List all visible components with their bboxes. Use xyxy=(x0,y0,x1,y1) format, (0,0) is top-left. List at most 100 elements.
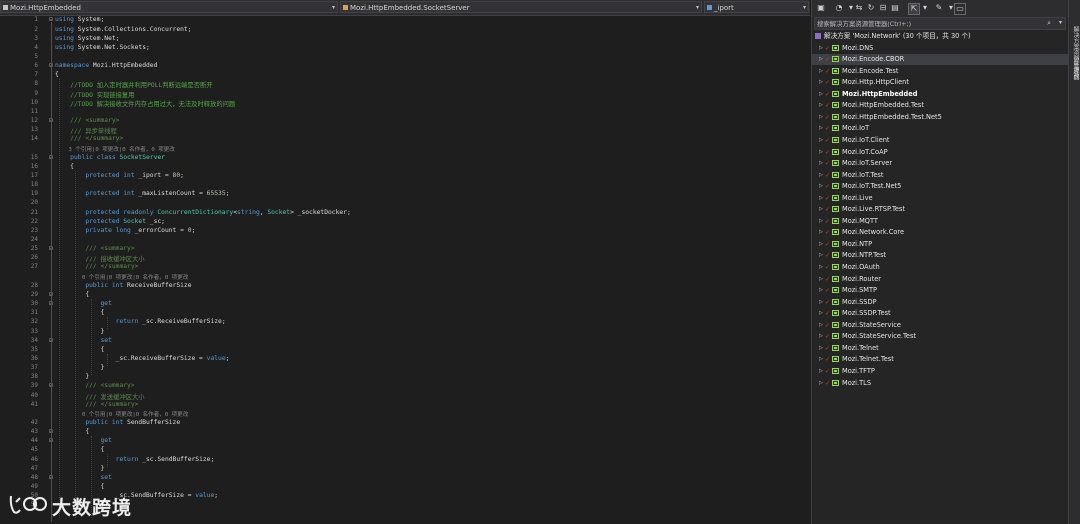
expand-arrow-icon[interactable]: ▷ xyxy=(819,170,823,181)
show-all-files-icon[interactable]: ▤ xyxy=(890,3,900,13)
expand-arrow-icon[interactable]: ▷ xyxy=(819,77,823,88)
code-line[interactable]: using System.Net.Sockets; xyxy=(55,44,150,51)
code-line[interactable]: } xyxy=(55,364,104,371)
project-node[interactable]: ▷ ✓ Mozi.TLS xyxy=(812,378,1069,389)
codelens-references[interactable]: 3 个引用|0 项更改|0 名作者，0 项更改 xyxy=(55,145,174,153)
code-line[interactable]: { xyxy=(55,309,104,316)
code-line[interactable]: { xyxy=(55,71,59,78)
search-icon[interactable]: ⌕ xyxy=(1047,19,1051,28)
project-node[interactable]: ▷ ✓ Mozi.Http.HttpClient xyxy=(812,77,1069,88)
code-line[interactable]: /// </summary> xyxy=(55,401,138,408)
code-editor[interactable]: Mozi.HttpEmbedded ▾ Mozi.HttpEmbedded.So… xyxy=(0,0,810,524)
project-node[interactable]: ▷ ✓ Mozi.StateService.Test xyxy=(812,331,1069,342)
code-line[interactable]: public class SocketServer xyxy=(55,154,165,161)
code-line[interactable]: /// 发送缓冲区大小 xyxy=(55,392,144,401)
code-line[interactable]: /// 接收缓冲区大小 xyxy=(55,254,144,263)
expand-arrow-icon[interactable]: ▷ xyxy=(819,181,823,192)
pending-changes-icon[interactable]: ◔ xyxy=(834,3,844,13)
solution-search-box[interactable]: ⌕ ▾ xyxy=(814,17,1066,30)
project-node[interactable]: ▷ ✓ Mozi.HttpEmbedded.Test.Net5 xyxy=(812,112,1069,123)
expand-arrow-icon[interactable]: ▷ xyxy=(819,227,823,238)
expand-arrow-icon[interactable]: ▷ xyxy=(819,89,823,100)
solution-search-input[interactable] xyxy=(817,18,1042,29)
expand-arrow-icon[interactable]: ▷ xyxy=(819,366,823,377)
project-node[interactable]: ▷ ✓ Mozi.IoT.Test.Net5 xyxy=(812,181,1069,192)
solution-node[interactable]: 解决方案 'Mozi.Network' (30 个项目，共 30 个) xyxy=(812,31,1069,42)
code-area[interactable]: 1 using System; 2 using System.Collections.… xyxy=(0,16,810,524)
code-line[interactable]: } xyxy=(55,328,104,335)
expand-arrow-icon[interactable]: ▷ xyxy=(819,100,823,111)
dock-icon[interactable]: ▭ xyxy=(954,3,966,15)
code-line[interactable]: { xyxy=(55,483,104,490)
expand-arrow-icon[interactable]: ▷ xyxy=(819,378,823,389)
collapse-all-icon[interactable]: ⊟ xyxy=(878,3,888,13)
project-node[interactable]: ▷ ✓ Mozi.TFTP xyxy=(812,366,1069,377)
expand-arrow-icon[interactable]: ▷ xyxy=(819,262,823,273)
code-line[interactable]: //TODO 实现链接复用 xyxy=(55,90,134,99)
project-node[interactable]: ▷ ✓ Mozi.Network.Core xyxy=(812,227,1069,238)
expand-arrow-icon[interactable]: ▷ xyxy=(819,308,823,319)
code-line[interactable]: get xyxy=(55,300,111,307)
expand-arrow-icon[interactable]: ▷ xyxy=(819,43,823,54)
code-line[interactable]: /// </summary> xyxy=(55,135,123,142)
project-node[interactable]: ▷ ✓ Mozi.Live xyxy=(812,193,1069,204)
expand-arrow-icon[interactable]: ▷ xyxy=(819,147,823,158)
code-line[interactable]: { xyxy=(55,163,74,170)
code-line[interactable]: } xyxy=(55,465,104,472)
code-line[interactable]: //TODO 解决接收文件内存占用过大，无法及时释放的问题 xyxy=(55,99,235,108)
class-dropdown[interactable]: Mozi.HttpEmbedded.SocketServer ▾ xyxy=(340,1,702,13)
project-node[interactable]: ▷ ✓ Mozi.HttpEmbedded xyxy=(812,89,1069,100)
sync-icon[interactable]: ⇆ xyxy=(854,3,864,13)
code-line[interactable]: return _sc.ReceiveBufferSize; xyxy=(55,318,226,325)
code-line[interactable]: { xyxy=(55,446,104,453)
project-node[interactable]: ▷ ✓ Mozi.Encode.Test xyxy=(812,66,1069,77)
project-node[interactable]: ▷ ✓ Mozi.NTP.Test xyxy=(812,250,1069,261)
expand-arrow-icon[interactable]: ▷ xyxy=(819,66,823,77)
properties-wrench-icon[interactable]: ✎ xyxy=(934,3,944,13)
expand-arrow-icon[interactable]: ▷ xyxy=(819,204,823,215)
expand-arrow-icon[interactable]: ▷ xyxy=(819,250,823,261)
code-line[interactable]: set xyxy=(55,337,111,344)
project-node[interactable]: ▷ ✓ Mozi.Router xyxy=(812,274,1069,285)
expand-arrow-icon[interactable]: ▷ xyxy=(819,331,823,342)
project-node[interactable]: ▷ ✓ Mozi.DNS xyxy=(812,43,1069,54)
code-line[interactable]: /// </summary> xyxy=(55,263,138,270)
expand-arrow-icon[interactable]: ▷ xyxy=(819,274,823,285)
project-node[interactable]: ▷ ✓ Mozi.StateService xyxy=(812,320,1069,331)
project-node[interactable]: ▷ ✓ Mozi.Live.RTSP.Test xyxy=(812,204,1069,215)
project-node[interactable]: ▷ ✓ Mozi.MQTT xyxy=(812,216,1069,227)
code-line[interactable]: _sc.ReceiveBufferSize = value; xyxy=(55,355,230,362)
code-line[interactable]: return _sc.SendBufferSize; xyxy=(55,456,215,463)
project-node[interactable]: ▷ ✓ Mozi.IoT.CoAP xyxy=(812,147,1069,158)
code-line[interactable]: /// <summary> xyxy=(55,382,134,389)
tab-git-changes[interactable]: Git 更改 xyxy=(1070,56,1080,79)
project-node[interactable]: ▷ ✓ Mozi.SMTP xyxy=(812,285,1069,296)
project-node[interactable]: ▷ ✓ Mozi.HttpEmbedded.Test xyxy=(812,100,1069,111)
code-line[interactable]: /// 异步单线程 xyxy=(55,126,117,135)
code-line[interactable]: protected int _maxListenCount = 65535; xyxy=(55,190,229,197)
project-node[interactable]: ▷ ✓ Mozi.NTP xyxy=(812,239,1069,250)
expand-arrow-icon[interactable]: ▷ xyxy=(819,54,823,65)
switch-views-icon[interactable]: ▣ xyxy=(816,3,826,13)
expand-arrow-icon[interactable]: ▷ xyxy=(819,123,823,134)
project-node[interactable]: ▷ ✓ Mozi.IoT.Test xyxy=(812,170,1069,181)
expand-arrow-icon[interactable]: ▷ xyxy=(819,297,823,308)
preview-icon[interactable]: ⇱ xyxy=(908,3,920,15)
project-node[interactable]: ▷ ✓ Mozi.Encode.CBOR xyxy=(812,54,1069,66)
project-node[interactable]: ▷ ✓ Mozi.Telnet.Test xyxy=(812,354,1069,365)
project-dropdown[interactable]: Mozi.HttpEmbedded ▾ xyxy=(0,1,338,13)
code-line[interactable]: protected Socket _sc; xyxy=(55,218,165,225)
code-line[interactable]: namespace Mozi.HttpEmbedded xyxy=(55,62,157,69)
project-node[interactable]: ▷ ✓ Mozi.Telnet xyxy=(812,343,1069,354)
expand-arrow-icon[interactable]: ▷ xyxy=(819,193,823,204)
code-line[interactable]: { xyxy=(55,346,104,353)
refresh-icon[interactable]: ↻ xyxy=(866,3,876,13)
project-node[interactable]: ▷ ✓ Mozi.SSDP.Test xyxy=(812,308,1069,319)
code-line[interactable]: //TODO 加入定时器并利用POLL判断远端是否断开 xyxy=(55,80,212,89)
project-node[interactable]: ▷ ✓ Mozi.SSDP xyxy=(812,297,1069,308)
code-line[interactable]: /// <summary> xyxy=(55,245,134,252)
expand-arrow-icon[interactable]: ▷ xyxy=(819,112,823,123)
project-node[interactable]: ▷ ✓ Mozi.OAuth xyxy=(812,262,1069,273)
code-line[interactable]: using System.Net; xyxy=(55,35,119,42)
code-line[interactable]: /// <summary> xyxy=(55,117,119,124)
